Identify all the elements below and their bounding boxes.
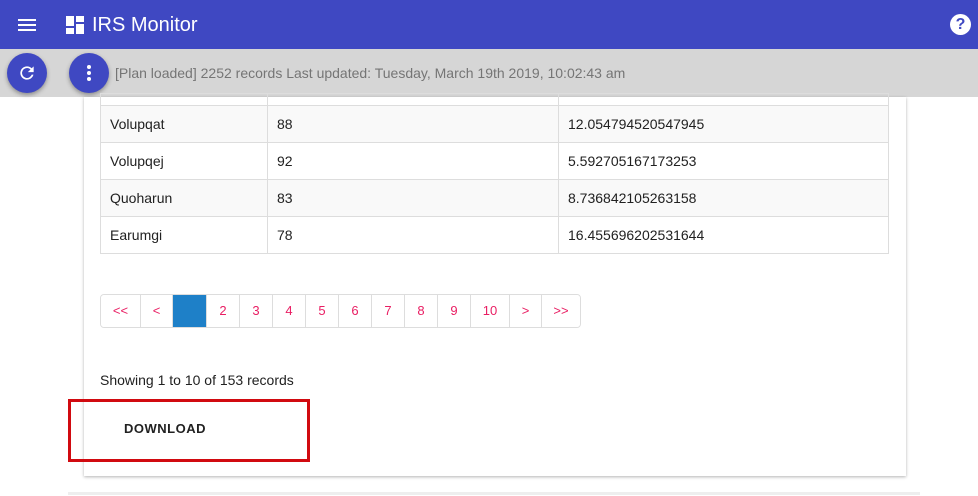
table-row: Earumgi 78 16.455696202531644 — [100, 216, 889, 254]
table-row: Volupqej 92 5.592705167173253 — [100, 142, 889, 180]
dashboard-icon — [66, 16, 84, 34]
divider — [68, 492, 920, 495]
table-cell: 83 — [267, 179, 559, 217]
table-cell: Volupqat — [100, 105, 268, 143]
table-cell — [558, 93, 889, 106]
table-cell: 12.054794520547945 — [558, 105, 889, 143]
table-cell: 88 — [267, 105, 559, 143]
refresh-icon — [20, 66, 34, 80]
page-button-5[interactable]: 5 — [305, 295, 338, 327]
page-button-8[interactable]: 8 — [404, 295, 437, 327]
table-cell: Quoharun — [100, 179, 268, 217]
table-cell: 78 — [267, 216, 559, 254]
table-cell: 92 — [267, 142, 559, 180]
table-row — [100, 93, 889, 106]
hamburger-menu-icon[interactable] — [14, 14, 40, 36]
table-cell: 5.592705167173253 — [558, 142, 889, 180]
download-highlight-box — [68, 399, 310, 462]
page-button-3[interactable]: 3 — [239, 295, 272, 327]
table-cell: 8.736842105263158 — [558, 179, 889, 217]
more-options-button[interactable] — [69, 53, 109, 93]
page-button-4[interactable]: 4 — [272, 295, 305, 327]
last-page-button[interactable]: >> — [541, 295, 580, 327]
help-icon[interactable]: ? — [950, 14, 971, 35]
table-row: Volupqat 88 12.054794520547945 — [100, 105, 889, 143]
table-row: Quoharun 83 8.736842105263158 — [100, 179, 889, 217]
first-page-button[interactable]: << — [101, 295, 140, 327]
table-cell: Volupqej — [100, 142, 268, 180]
status-text: [Plan loaded] 2252 records Last updated:… — [115, 65, 626, 81]
page-button-2[interactable]: 2 — [206, 295, 239, 327]
records-summary: Showing 1 to 10 of 153 records — [100, 372, 294, 388]
page-button-1[interactable]: 1 — [172, 295, 206, 327]
table-cell — [267, 93, 559, 106]
app-title: IRS Monitor — [92, 14, 198, 36]
table-cell — [100, 93, 268, 106]
pagination: << < 1 2 3 4 5 6 7 8 9 10 > >> — [100, 294, 581, 328]
table-cell: Earumgi — [100, 216, 268, 254]
page-button-7[interactable]: 7 — [371, 295, 404, 327]
records-table: Volupqat 88 12.054794520547945 Volupqej … — [100, 93, 889, 254]
page-button-6[interactable]: 6 — [338, 295, 371, 327]
next-page-button[interactable]: > — [509, 295, 541, 327]
app-bar: IRS Monitor ? — [0, 0, 978, 49]
page-button-9[interactable]: 9 — [437, 295, 470, 327]
refresh-button[interactable] — [7, 53, 47, 93]
page-button-10[interactable]: 10 — [470, 295, 509, 327]
more-vert-icon — [87, 65, 91, 81]
prev-page-button[interactable]: < — [140, 295, 172, 327]
table-cell: 16.455696202531644 — [558, 216, 889, 254]
status-bar: [Plan loaded] 2252 records Last updated:… — [0, 49, 978, 97]
